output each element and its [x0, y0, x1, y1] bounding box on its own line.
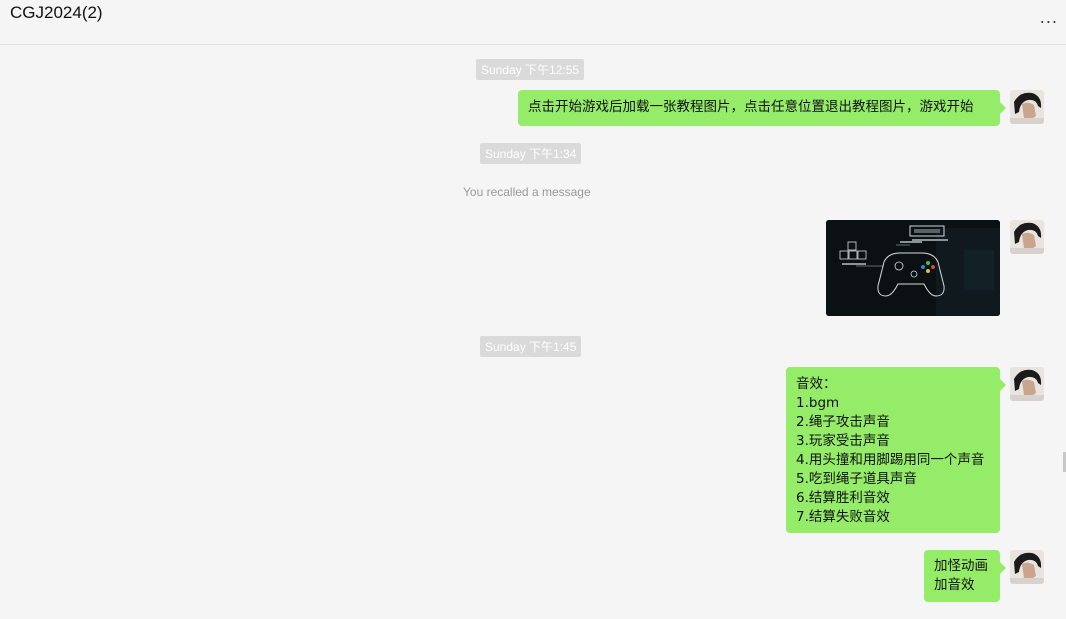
- user-avatar-icon: [1010, 220, 1044, 254]
- recalled-notice: You recalled a message: [463, 185, 591, 199]
- avatar[interactable]: [1010, 550, 1044, 584]
- chat-title: CGJ2024(2): [10, 3, 103, 22]
- message-bubble[interactable]: 加怪动画 加音效: [924, 550, 1006, 602]
- message-bubble[interactable]: 点击开始游戏后加载一张教程图片，点击任意位置退出教程图片，游戏开始: [518, 90, 1006, 126]
- message-line: 3.玩家受击声音: [796, 433, 890, 449]
- message-line: 加怪动画: [934, 558, 988, 574]
- timestamp: Sunday 下午1:45: [480, 336, 582, 357]
- avatar[interactable]: [1010, 90, 1044, 124]
- user-avatar-icon: [1010, 550, 1044, 584]
- message-line: 2.绳子攻击声音: [796, 414, 890, 430]
- user-avatar-icon: [1010, 90, 1044, 124]
- user-avatar-icon: [1010, 367, 1044, 401]
- message-line: 4.用头撞和用脚踢用同一个声音: [796, 452, 985, 468]
- image-message[interactable]: [826, 220, 1000, 316]
- avatar[interactable]: [1010, 367, 1044, 401]
- message-bubble[interactable]: 音效： 1.bgm 2.绳子攻击声音 3.玩家受击声音 4.用头撞和用脚踢用同一…: [786, 367, 1006, 533]
- timestamp: Sunday 下午12:55: [476, 59, 585, 80]
- message-line: 1.bgm: [796, 395, 840, 411]
- chat-window: CGJ2024(2) ... Sunday 下午12:55 点击开始游戏后加载一…: [0, 0, 1066, 619]
- message-line: 6.结算胜利音效: [796, 490, 890, 506]
- message-line: 5.吃到绳子道具声音: [796, 471, 917, 487]
- chat-header: CGJ2024(2) ...: [0, 0, 1066, 45]
- more-options-icon[interactable]: ...: [1040, 8, 1058, 27]
- message-text: 点击开始游戏后加载一张教程图片，点击任意位置退出教程图片，游戏开始: [528, 99, 974, 115]
- controller-tutorial-image: [826, 220, 1000, 316]
- message-line: 7.结算失败音效: [796, 509, 890, 525]
- avatar[interactable]: [1010, 220, 1044, 254]
- timestamp: Sunday 下午1:34: [480, 143, 582, 164]
- message-line: 音效：: [796, 376, 837, 392]
- message-line: 加音效: [934, 577, 975, 593]
